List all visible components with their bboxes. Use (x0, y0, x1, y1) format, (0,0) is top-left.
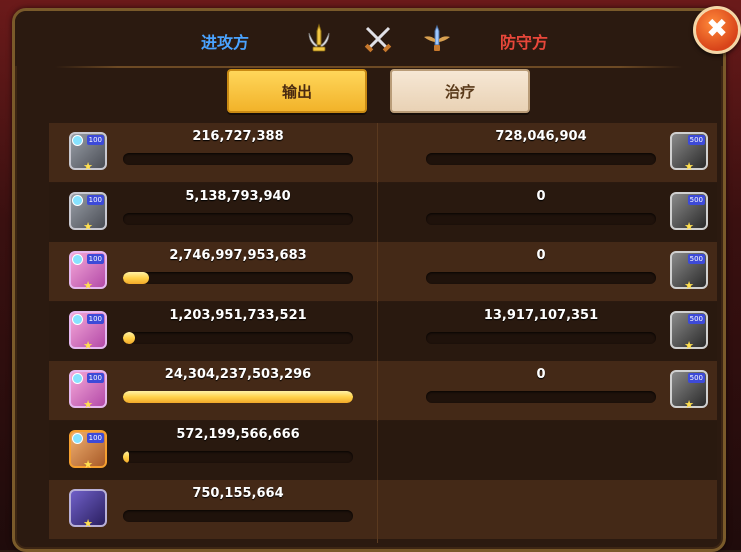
attacker-progress-bar (123, 450, 353, 463)
level-badge: 100 (86, 432, 104, 443)
star-icon: ★ (684, 398, 694, 411)
attacker-hero-avatar[interactable]: 100 ★ (69, 310, 107, 352)
progress-fill (123, 391, 353, 403)
star-icon: ★ (684, 338, 694, 352)
attacker-hero-avatar[interactable]: 100 ★ (69, 429, 107, 471)
table-row: ★ 750,155,664 (49, 480, 717, 539)
table-row: 100 ★ 572,199,566,666 (49, 420, 717, 480)
defender-progress-bar (426, 153, 656, 165)
winged-sword-icon (424, 24, 450, 51)
level-badge: 100 (86, 373, 104, 383)
level-badge: 500 (687, 135, 705, 145)
level-badge: 500 (687, 313, 705, 324)
table-row: 100 ★ 24,304,237,503,296 500 ★ 0 (49, 361, 717, 420)
star-icon: ★ (684, 279, 694, 292)
progress-fill (123, 272, 149, 284)
attacker-hero-avatar[interactable]: 100 ★ (69, 132, 107, 173)
attacker-label: 进攻方 (201, 33, 250, 52)
defender-value: 13,917,107,351 (483, 307, 599, 323)
attacker-value: 216,727,388 (192, 129, 284, 144)
defender-progress-bar (426, 272, 656, 284)
attacker-progress-bar (123, 272, 353, 284)
attacker-hero-avatar[interactable]: 100 ★ (69, 191, 107, 233)
stats-table: 100 ★ 216,727,388 500 ★ 728,046,904 100 ★ 5,138,… (49, 123, 717, 543)
defender-progress-bar (426, 331, 656, 344)
attacker-value: 5,138,793,940 (185, 188, 291, 204)
tab-output[interactable]: 输出 (227, 69, 367, 113)
defender-hero-avatar[interactable]: 500 ★ (670, 251, 708, 292)
star-icon: ★ (83, 279, 93, 292)
attacker-progress-bar (123, 212, 353, 225)
progress-fill (123, 331, 135, 344)
attacker-value: 2,746,997,953,683 (169, 248, 307, 263)
defender-hero-avatar[interactable]: 500 ★ (670, 310, 708, 352)
level-badge: 100 (86, 313, 104, 324)
rank-gem-icon (72, 194, 83, 206)
attacker-progress-bar (123, 510, 353, 522)
level-badge: 100 (86, 135, 104, 145)
attacker-value: 1,203,951,733,521 (169, 307, 307, 323)
defender-value: 0 (536, 367, 546, 382)
attacker-value: 24,304,237,503,296 (164, 367, 312, 382)
battle-stats-panel: 进攻方 防守方 输出 治疗 100 ★ 216,727,388 500 ★ 728,046… (12, 8, 726, 552)
defender-hero-avatar[interactable]: 500 ★ (670, 370, 708, 411)
attacker-hero-avatar[interactable]: 100 ★ (69, 251, 107, 292)
attacker-progress-bar (123, 153, 353, 165)
header-divider (55, 66, 683, 68)
defender-hero-avatar[interactable]: 500 ★ (670, 191, 708, 233)
attacker-progress-bar (123, 391, 353, 403)
star-icon: ★ (83, 517, 93, 530)
defender-value: 0 (536, 248, 546, 263)
attacker-hero-avatar[interactable]: 100 ★ (69, 370, 107, 411)
level-badge: 500 (687, 254, 705, 264)
star-icon: ★ (83, 338, 93, 352)
level-badge: 500 (687, 194, 705, 205)
star-icon: ★ (684, 160, 694, 173)
level-badge: 100 (86, 254, 104, 264)
table-row: 100 ★ 216,727,388 500 ★ 728,046,904 (49, 123, 717, 182)
defender-value: 0 (536, 188, 546, 204)
star-icon: ★ (83, 219, 93, 233)
attacker-hero-avatar[interactable]: ★ (69, 489, 107, 530)
attacker-progress-bar (123, 331, 353, 344)
attacker-value: 750,155,664 (192, 486, 284, 501)
attacker-value: 572,199,566,666 (176, 426, 300, 442)
defender-progress-bar (426, 212, 656, 225)
progress-fill (123, 450, 129, 463)
tab-heal[interactable]: 治疗 (390, 69, 530, 113)
trophy-sword-icon (308, 23, 330, 52)
defender-value: 728,046,904 (495, 129, 587, 144)
table-row: 100 ★ 5,138,793,940 500 ★ 0 (49, 182, 717, 242)
level-badge: 100 (86, 194, 104, 205)
star-icon: ★ (684, 219, 694, 233)
rank-gem-icon (72, 373, 83, 384)
level-badge: 500 (687, 373, 705, 383)
table-row: 100 ★ 1,203,951,733,521 500 ★ 13,917,107,351 (49, 301, 717, 361)
defender-label: 防守方 (500, 33, 549, 52)
panel-header: 进攻方 防守方 (15, 11, 723, 66)
defender-progress-bar (426, 391, 656, 403)
star-icon: ★ (83, 160, 93, 173)
rank-gem-icon (72, 313, 83, 325)
crossed-swords-icon (364, 26, 392, 53)
defender-hero-avatar[interactable]: 500 ★ (670, 132, 708, 173)
close-icon: ✖ (706, 14, 728, 44)
rank-gem-icon (72, 135, 83, 146)
star-icon: ★ (83, 457, 93, 471)
close-button[interactable]: ✖ (693, 6, 741, 54)
rank-gem-icon (72, 432, 83, 444)
table-row: 100 ★ 2,746,997,953,683 500 ★ 0 (49, 242, 717, 301)
rank-gem-icon (72, 254, 83, 265)
star-icon: ★ (83, 398, 93, 411)
